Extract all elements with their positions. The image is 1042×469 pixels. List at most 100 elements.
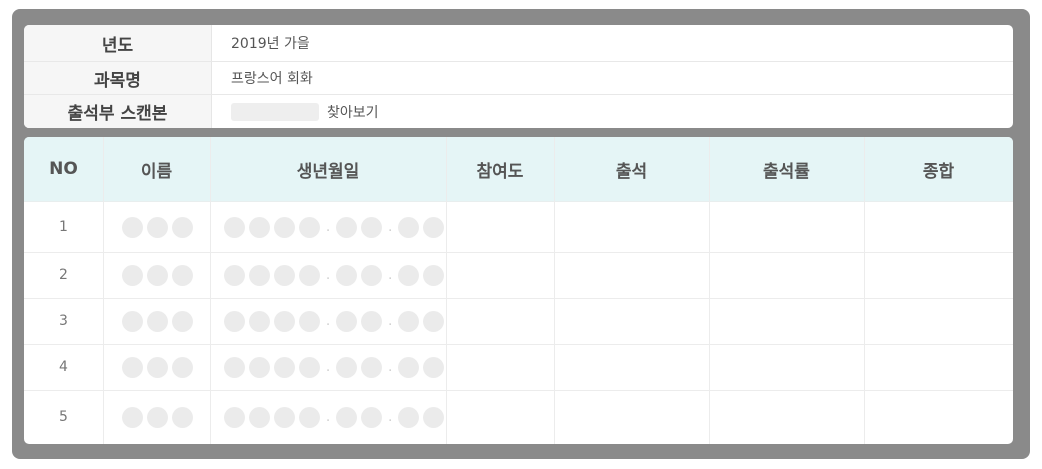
masked-digit: [336, 264, 358, 286]
column-divider: [446, 137, 447, 444]
column-divider: [864, 137, 865, 444]
masked-digit: [249, 310, 270, 332]
masked-digit: [224, 216, 245, 238]
masked-char: [172, 310, 193, 332]
masked-digit: [398, 406, 420, 428]
masked-digit: [361, 356, 383, 378]
masked-digit: [336, 356, 358, 378]
info-card: 년도 2019년 가을 과목명 프랑스어 회화 출석부 스캔본 찾아보기: [24, 25, 1013, 128]
browse-button[interactable]: 찾아보기: [327, 102, 379, 122]
masked-digit: [274, 216, 295, 238]
masked-digit: [361, 264, 383, 286]
masked-char: [122, 356, 143, 378]
masked-char: [147, 406, 168, 428]
row-number: 4: [59, 359, 68, 375]
masked-digit: [423, 356, 445, 378]
name-placeholder: [122, 202, 197, 252]
date-separator: .: [388, 267, 393, 283]
masked-digit: [299, 406, 320, 428]
masked-char: [122, 264, 143, 286]
masked-char: [172, 356, 193, 378]
masked-digit: [423, 406, 445, 428]
masked-digit: [274, 264, 295, 286]
file-name-field[interactable]: [231, 102, 319, 121]
masked-digit: [249, 216, 270, 238]
date-separator: .: [326, 313, 331, 329]
year-value: 2019년 가을: [231, 36, 310, 52]
masked-char: [122, 310, 143, 332]
masked-digit: [274, 310, 295, 332]
name-placeholder: [122, 252, 197, 298]
masked-digit: [249, 406, 270, 428]
masked-digit: [249, 356, 270, 378]
masked-digit: [336, 310, 358, 332]
header-attendance-rate: 출석률: [763, 161, 810, 182]
masked-digit: [274, 406, 295, 428]
date-separator: .: [326, 359, 331, 375]
masked-digit: [224, 310, 245, 332]
date-separator: .: [388, 313, 393, 329]
date-separator: .: [388, 409, 393, 425]
masked-digit: [274, 356, 295, 378]
subject-label: 과목명: [24, 62, 212, 94]
masked-digit: [249, 264, 270, 286]
masked-digit: [423, 264, 445, 286]
masked-digit: [299, 356, 320, 378]
birthdate-placeholder: ..: [224, 390, 448, 444]
masked-digit: [299, 264, 320, 286]
column-divider: [709, 137, 710, 444]
header-name: 이름: [140, 161, 173, 182]
row-number: 3: [59, 313, 68, 329]
masked-digit: [398, 216, 420, 238]
column-divider: [103, 137, 104, 444]
column-divider: [210, 137, 211, 444]
masked-digit: [398, 264, 420, 286]
date-separator: .: [388, 359, 393, 375]
header-participation: 참여도: [476, 161, 524, 182]
masked-char: [147, 356, 168, 378]
masked-digit: [224, 264, 245, 286]
subject-value: 프랑스어 회화: [231, 71, 313, 87]
name-placeholder: [122, 390, 197, 444]
attendance-table: NO 이름 생년월일 참여도 출석 출석률 종합 1.. 2.. 3.. 4.. 5..: [24, 137, 1013, 444]
masked-digit: [224, 356, 245, 378]
date-separator: .: [326, 409, 331, 425]
masked-char: [172, 406, 193, 428]
masked-digit: [361, 216, 383, 238]
date-separator: .: [326, 219, 331, 235]
header-birthdate: 생년월일: [296, 161, 360, 182]
birthdate-placeholder: ..: [224, 202, 448, 252]
row-number: 5: [59, 409, 68, 425]
year-row: 년도 2019년 가을: [24, 25, 1013, 62]
header-no: NO: [49, 159, 78, 179]
masked-char: [147, 264, 168, 286]
birthdate-placeholder: ..: [224, 298, 448, 344]
masked-digit: [361, 406, 383, 428]
header-total: 종합: [922, 161, 955, 182]
masked-char: [122, 216, 143, 238]
scan-value: 찾아보기: [231, 95, 379, 128]
birthdate-placeholder: ..: [224, 252, 448, 298]
date-separator: .: [388, 219, 393, 235]
masked-char: [147, 310, 168, 332]
row-number: 2: [59, 267, 68, 283]
subject-row: 과목명 프랑스어 회화: [24, 62, 1013, 95]
masked-digit: [398, 310, 420, 332]
masked-char: [122, 406, 143, 428]
row-number: 1: [59, 219, 68, 235]
header-attendance: 출석: [615, 161, 648, 182]
masked-digit: [336, 406, 358, 428]
masked-char: [172, 216, 193, 238]
scan-label: 출석부 스캔본: [24, 95, 212, 128]
masked-digit: [299, 216, 320, 238]
name-placeholder: [122, 298, 197, 344]
scan-row: 출석부 스캔본 찾아보기: [24, 95, 1013, 128]
date-separator: .: [326, 267, 331, 283]
masked-digit: [361, 310, 383, 332]
birthdate-placeholder: ..: [224, 344, 448, 390]
name-placeholder: [122, 344, 197, 390]
masked-digit: [398, 356, 420, 378]
year-label: 년도: [24, 25, 212, 61]
masked-digit: [336, 216, 358, 238]
masked-char: [147, 216, 168, 238]
